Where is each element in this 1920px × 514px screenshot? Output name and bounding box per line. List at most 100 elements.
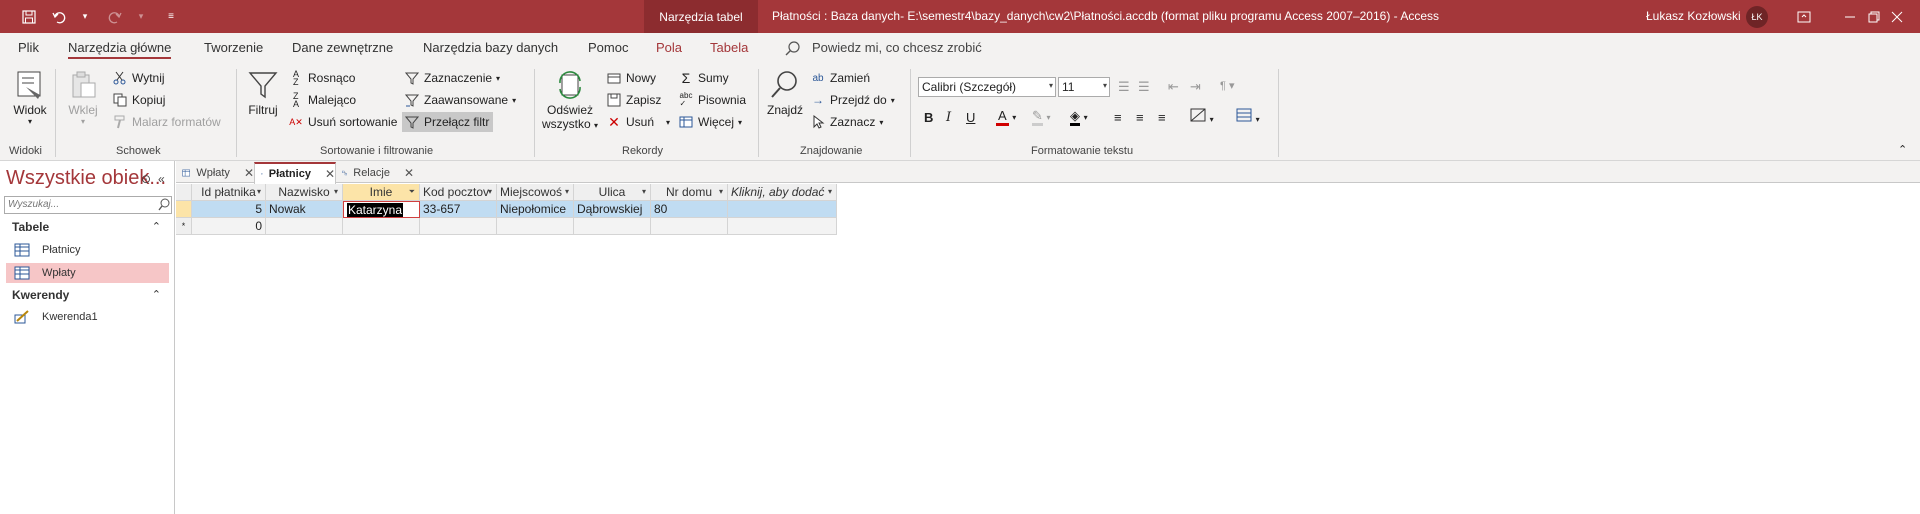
close-icon[interactable] (1874, 0, 1920, 33)
tell-me-input[interactable]: Powiedz mi, co chcesz zrobić (812, 40, 982, 55)
table-cell[interactable] (343, 218, 420, 235)
collapse-chevron-icon[interactable]: ⌃ (152, 285, 161, 305)
undo-icon[interactable] (46, 4, 72, 30)
tab-pomoc[interactable]: Pomoc (588, 40, 628, 55)
nav-category-kwerendy[interactable]: Kwerendy ⌃ (0, 285, 171, 305)
tab-dane-zewnetrzne[interactable]: Dane zewnętrzne (292, 40, 393, 55)
column-header[interactable]: Id płatnika ▾ (192, 184, 266, 201)
table-cell[interactable] (497, 218, 574, 235)
redo-dropdown-icon[interactable]: ▾ (128, 4, 154, 30)
font-color-icon[interactable]: A ▾ (996, 108, 1016, 126)
doc-tab-relacje[interactable]: Relacje ✕ (336, 162, 414, 183)
table-cell[interactable]: 80 (651, 201, 728, 218)
table-row[interactable]: 5 Nowak Katarzyna 33-657 Niepołomice Dąb… (176, 201, 837, 218)
align-right-icon[interactable]: ≡ (1158, 110, 1166, 125)
sort-ascending-button[interactable]: AZ Rosnąco (288, 70, 355, 87)
table-cell[interactable]: 5 (192, 201, 266, 218)
gridlines-icon[interactable]: ▾ (1190, 108, 1214, 125)
collapse-chevron-icon[interactable]: ⌃ (152, 217, 161, 237)
tab-tabela[interactable]: Tabela (710, 40, 748, 55)
new-record-button[interactable]: Nowy (606, 70, 656, 86)
close-tab-icon[interactable]: ✕ (325, 167, 335, 181)
remove-sort-button[interactable]: A✕ Usuń sortowanie (288, 114, 397, 130)
column-header[interactable]: Nazwisko ▾ (266, 184, 343, 201)
select-button[interactable]: Zaznacz ▾ (810, 114, 883, 130)
chevron-down-icon[interactable]: ▾ (565, 184, 569, 200)
tab-plik[interactable]: Plik (18, 40, 39, 55)
font-size-select[interactable]: 11 ▾ (1058, 77, 1110, 97)
column-header[interactable]: Imie ⏷ (343, 184, 420, 201)
paste-button[interactable]: Wklej ▾ (62, 69, 104, 126)
copy-button[interactable]: Kopiuj (112, 92, 165, 108)
view-button[interactable]: Widok ▾ (10, 69, 50, 126)
table-cell[interactable] (728, 218, 837, 235)
collapse-ribbon-icon[interactable]: ⌃ (1898, 143, 1907, 156)
align-center-icon[interactable]: ≡ (1136, 110, 1144, 125)
selection-button[interactable]: Zaznaczenie ▾ (404, 70, 500, 86)
doc-tab-platnicy[interactable]: Płatnicy ✕ (254, 162, 336, 184)
user-name[interactable]: Łukasz Kozłowski (1646, 0, 1741, 33)
align-left-icon[interactable]: ≡ (1114, 110, 1122, 125)
tab-pola[interactable]: Pola (656, 40, 682, 55)
chevron-down-icon[interactable]: ▾ (334, 184, 338, 200)
bold-icon[interactable]: B (924, 110, 933, 125)
search-icon[interactable] (158, 198, 171, 211)
chevron-down-icon[interactable]: ▾ (719, 184, 723, 200)
delete-record-button[interactable]: ✕ Usuń ▾ (606, 114, 670, 130)
italic-icon[interactable]: I (946, 110, 951, 125)
chevron-down-icon[interactable]: ▾ (488, 184, 492, 200)
font-name-select[interactable]: Calibri (Szczegół) ▾ (918, 77, 1056, 97)
customize-qat-icon[interactable]: ≡ (158, 4, 184, 30)
nav-item-kwerenda1[interactable]: Kwerenda1 (6, 307, 169, 327)
undo-dropdown-icon[interactable]: ▾ (72, 4, 98, 30)
nav-item-platnicy[interactable]: Płatnicy (6, 240, 169, 260)
increase-indent-icon[interactable]: ⇥ (1190, 79, 1201, 95)
column-header[interactable]: Kod pocztov ▾ (420, 184, 497, 201)
table-cell[interactable]: Nowak (266, 201, 343, 218)
decrease-indent-icon[interactable]: ⇤ (1168, 79, 1179, 95)
advanced-button[interactable]: Zaawansowane ▾ (404, 92, 516, 108)
highlight-icon[interactable]: ✎ ▾ (1032, 108, 1051, 126)
background-color-icon[interactable]: ◈ ▾ (1070, 108, 1088, 126)
chevron-down-icon[interactable]: ▾ (257, 184, 261, 200)
redo-icon[interactable] (102, 4, 128, 30)
table-cell[interactable] (574, 218, 651, 235)
tab-tworzenie[interactable]: Tworzenie (204, 40, 263, 55)
ribbon-display-options-icon[interactable] (1781, 0, 1827, 33)
tab-narzedzia-glowne[interactable]: Narzędzia główne (68, 40, 172, 59)
totals-button[interactable]: Σ Sumy (678, 70, 729, 86)
chevron-down-icon[interactable]: ▾ (642, 184, 646, 200)
table-cell[interactable]: Niepołomice (497, 201, 574, 218)
bullets-icon[interactable]: ☰ (1118, 79, 1130, 95)
sort-descending-button[interactable]: ZA Malejąco (288, 92, 356, 109)
select-all-corner[interactable] (176, 184, 192, 201)
add-column-header[interactable]: Kliknij, aby dodać ▾ (728, 184, 837, 201)
record-selector[interactable] (176, 201, 192, 218)
nav-category-tabele[interactable]: Tabele ⌃ (0, 217, 171, 237)
goto-button[interactable]: → Przejdź do ▾ (810, 92, 895, 108)
close-tab-icon[interactable]: ✕ (404, 166, 414, 180)
doc-tab-wplaty[interactable]: Wpłaty ✕ (176, 162, 254, 183)
table-cell[interactable] (728, 201, 837, 218)
save-record-button[interactable]: Zapisz (606, 92, 661, 108)
table-cell[interactable]: 0 (192, 218, 266, 235)
table-cell[interactable] (651, 218, 728, 235)
refresh-all-button[interactable]: Odśwież wszystko ▾ (540, 69, 600, 131)
column-header[interactable]: Miejscowoś ▾ (497, 184, 574, 201)
nav-search-input[interactable]: Wyszukaj... (4, 196, 172, 214)
cut-button[interactable]: Wytnij (112, 70, 165, 86)
numbering-icon[interactable]: ☰ (1138, 79, 1150, 95)
column-header[interactable]: Ulica ▾ (574, 184, 651, 201)
table-row-new[interactable]: * 0 (176, 218, 837, 235)
table-cell-editing[interactable]: Katarzyna (343, 201, 420, 218)
alternate-row-color-icon[interactable]: ▾ (1236, 108, 1260, 125)
save-icon[interactable] (16, 4, 42, 30)
close-tab-icon[interactable]: ✕ (244, 166, 254, 180)
table-cell[interactable] (420, 218, 497, 235)
avatar[interactable]: ŁK (1746, 6, 1768, 28)
filter-applied-icon[interactable]: ⏷ (409, 184, 415, 200)
tab-narzedzia-bazy-danych[interactable]: Narzędzia bazy danych (423, 40, 558, 55)
table-cell[interactable]: Dąbrowskiej (574, 201, 651, 218)
paragraph-direction-icon[interactable]: ¶ ▾ (1220, 79, 1235, 92)
format-painter-button[interactable]: Malarz formatów (112, 114, 221, 130)
